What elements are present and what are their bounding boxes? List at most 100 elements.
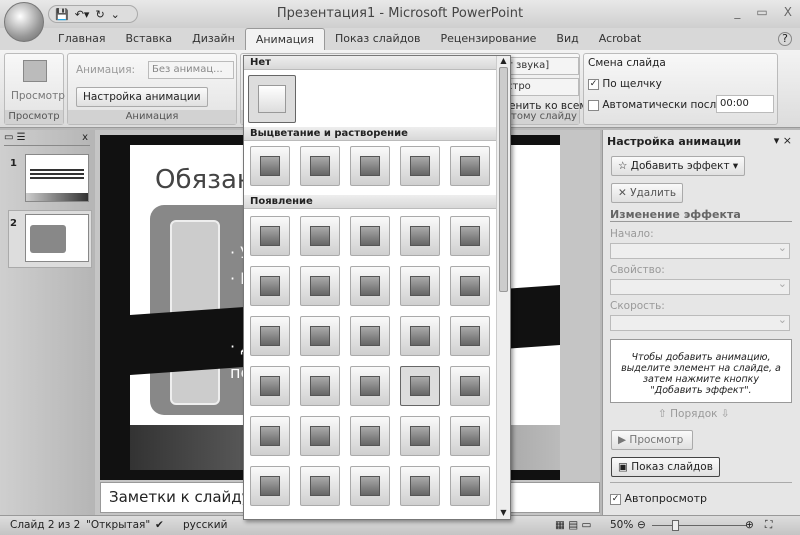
gallery-item-appear[interactable] [300,466,340,506]
tab-animation[interactable]: Анимация [244,28,325,50]
slide-thumbnail-1[interactable] [25,154,89,202]
slide-title[interactable]: Обязан [155,165,254,195]
slides-tab-icon[interactable]: ▭ [4,132,13,143]
move-down-icon[interactable]: ⇩ [721,408,730,420]
animation-label: Анимация: [76,64,136,76]
gallery-item-appear[interactable] [400,266,440,306]
gallery-item-appear[interactable] [450,216,490,256]
gallery-item-appear[interactable] [400,366,440,406]
effect-preview-icon [260,156,280,176]
autopreview-checkbox[interactable]: ✓ [610,493,621,505]
gallery-item-appear[interactable] [300,266,340,306]
custom-animation-button[interactable]: Настройка анимации [76,87,208,107]
tab-home[interactable]: Главная [48,28,116,50]
slide-counter: Слайд 2 из 2 [10,519,81,531]
effect-preview-icon [410,276,430,296]
gallery-item-appear[interactable] [300,316,340,356]
auto-after-checkbox[interactable] [588,99,599,111]
sound-combo[interactable]: т звука] [503,57,579,75]
remove-button[interactable]: ✕ Удалить [611,183,684,203]
play-button[interactable]: ▶ Просмотр [611,430,693,450]
start-combo[interactable] [610,241,790,259]
gallery-item-appear[interactable] [450,416,490,456]
pane-close-icon[interactable]: ▾ × [774,134,792,147]
tab-slideshow[interactable]: Показ слайдов [325,28,431,50]
animation-combo[interactable]: Без анимац... [148,61,234,79]
gallery-item-appear[interactable] [350,466,390,506]
gallery-item-appear[interactable] [400,416,440,456]
gallery-item-appear[interactable] [250,266,290,306]
gallery-item-fade[interactable] [250,146,290,186]
fit-slide-icon[interactable]: ⛶ [765,519,772,532]
slideshow-button[interactable]: ▣ Показ слайдов [611,457,720,477]
move-up-icon[interactable]: ⇧ [658,408,667,420]
speed-combo[interactable] [610,313,790,331]
gallery-item-fade[interactable] [300,146,340,186]
maximize-button[interactable]: ▭ [756,5,767,19]
property-combo[interactable] [610,277,790,295]
effect-list[interactable]: Чтобы добавить анимацию, выделите элемен… [610,339,792,403]
gallery-item-appear[interactable] [250,366,290,406]
office-button[interactable] [4,2,44,42]
gallery-item-appear[interactable] [300,216,340,256]
pane-title: Настройка анимации [607,135,742,148]
spellcheck-icon[interactable]: ✔ [155,519,164,531]
outline-tab-icon[interactable]: ☰ [17,132,26,143]
tab-view[interactable]: Вид [546,28,588,50]
gallery-item-appear[interactable] [450,266,490,306]
gallery-item-appear[interactable] [300,366,340,406]
auto-time-input[interactable]: 00:00 [716,95,774,113]
effect-preview-icon [460,226,480,246]
minimize-button[interactable]: _ [734,5,740,19]
gallery-section-none: Нет [244,56,496,70]
zoom-level[interactable]: 50% [610,519,633,531]
tab-insert[interactable]: Вставка [116,28,183,50]
view-buttons[interactable]: ▦ ▤ ▭ [555,519,591,531]
effect-preview-icon [310,476,330,496]
zoom-slider[interactable] [652,525,747,526]
effect-preview-icon [310,276,330,296]
on-click-checkbox[interactable]: ✓ [588,78,599,90]
zoom-out-icon[interactable]: ⊖ [637,519,646,531]
preview-button[interactable]: Просмотр [11,90,65,102]
gallery-item-none[interactable] [248,75,296,123]
gallery-item-appear[interactable] [350,366,390,406]
gallery-item-appear[interactable] [450,466,490,506]
slide-thumbnail-2[interactable] [25,214,89,262]
gallery-item-fade[interactable] [450,146,490,186]
slide-change-group: Смена слайда ✓ По щелчку Автоматически п… [583,53,778,125]
help-icon[interactable]: ? [778,32,792,46]
gallery-item-appear[interactable] [250,416,290,456]
gallery-item-fade[interactable] [350,146,390,186]
gallery-item-appear[interactable] [450,316,490,356]
gallery-item-appear[interactable] [350,216,390,256]
effect-preview-icon [360,326,380,346]
tab-acrobat[interactable]: Acrobat [589,28,651,50]
gallery-scrollbar[interactable]: ▲ ▼ [496,56,510,519]
gallery-item-appear[interactable] [350,316,390,356]
scroll-thumb[interactable] [499,67,508,292]
zoom-slider-thumb[interactable] [672,520,679,531]
language[interactable]: русский [183,519,227,531]
tab-review[interactable]: Рецензирование [431,28,547,50]
gallery-item-appear[interactable] [400,316,440,356]
gallery-item-fade[interactable] [400,146,440,186]
tab-design[interactable]: Дизайн [182,28,245,50]
gallery-item-appear[interactable] [400,466,440,506]
gallery-item-appear[interactable] [250,216,290,256]
close-panel-icon[interactable]: x [82,132,88,143]
effect-preview-icon [310,426,330,446]
gallery-item-appear[interactable] [300,416,340,456]
zoom-in-icon[interactable]: ⊕ [745,519,754,531]
gallery-item-appear[interactable] [450,366,490,406]
gallery-item-appear[interactable] [400,216,440,256]
effect-preview-icon [360,276,380,296]
gallery-item-appear[interactable] [350,416,390,456]
gallery-item-appear[interactable] [250,316,290,356]
window-title: Презентация1 - Microsoft PowerPoint [276,6,524,21]
add-effect-button[interactable]: ☆ Добавить эффект ▾ [611,156,746,176]
gallery-item-appear[interactable] [250,466,290,506]
gallery-item-appear[interactable] [350,266,390,306]
speed-combo[interactable]: стро [503,78,579,96]
close-button[interactable]: X [784,5,792,19]
